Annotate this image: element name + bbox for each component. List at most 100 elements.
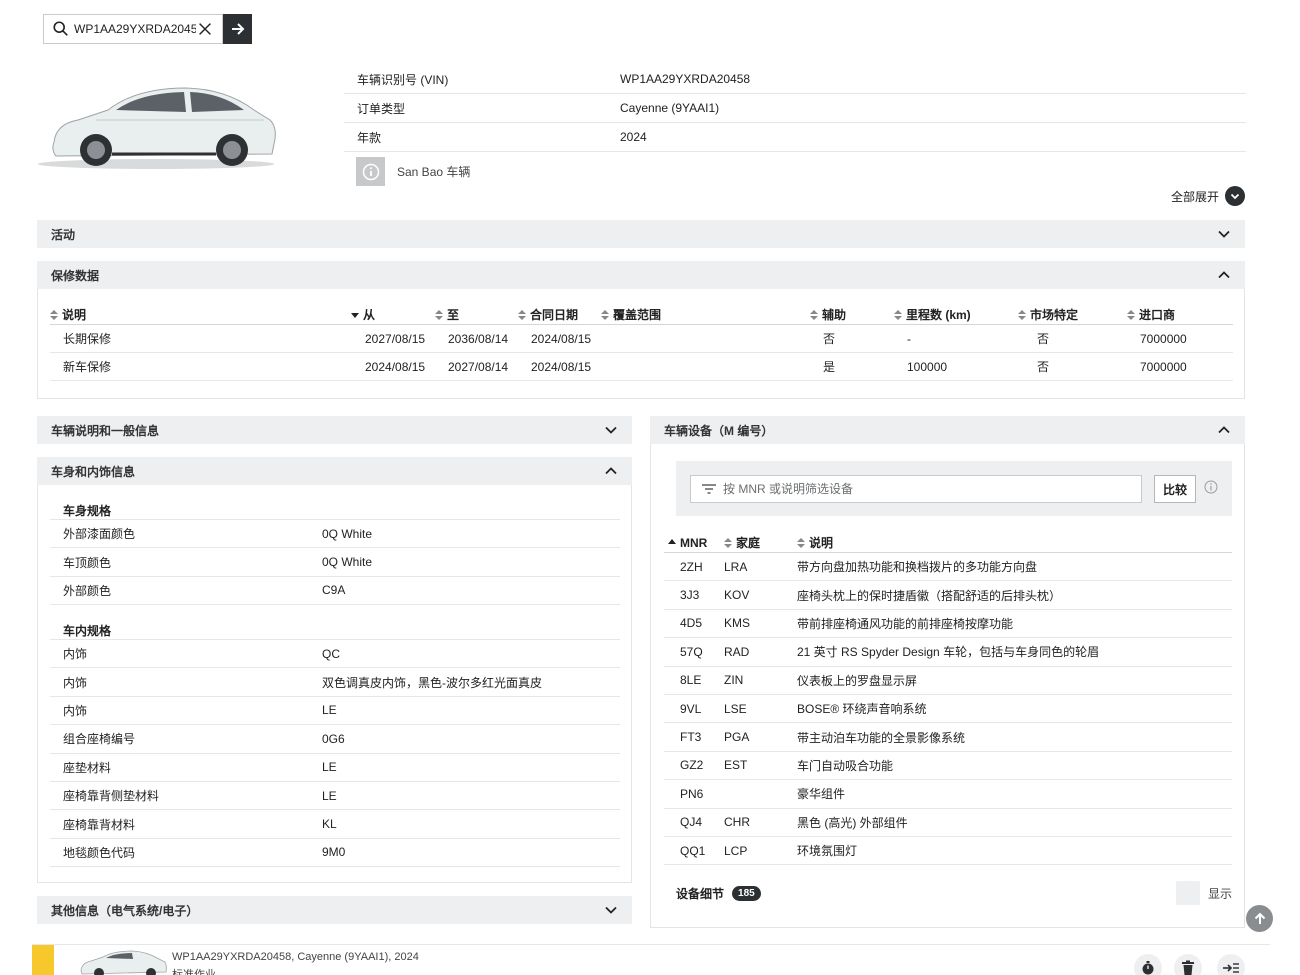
body-interior-panel-header[interactable]: 车身和内饰信息: [37, 457, 632, 485]
list-item: 座椅靠背侧垫材料 LE: [50, 782, 620, 811]
cell-family: KMS: [724, 616, 751, 631]
clear-icon[interactable]: [196, 20, 214, 38]
equipment-filter-bar: 比较: [676, 461, 1232, 516]
vin-search-field[interactable]: [43, 14, 223, 44]
cell: 2024/08/15: [365, 359, 426, 374]
search-submit-button[interactable]: [223, 14, 252, 44]
info-row-model-year: 年款 2024: [344, 123, 1246, 152]
info-label: 车辆识别号 (VIN): [357, 72, 449, 87]
cell: -: [907, 331, 911, 346]
table-row: 9VL LSE BOSE® 环绕声音响系统: [664, 695, 1232, 724]
table-row: GZ2 EST 车门自动吸合功能: [664, 752, 1232, 781]
cell: 2024/08/15: [531, 359, 592, 374]
panel-title: 车辆说明和一般信息: [51, 423, 160, 438]
info-label: 订单类型: [357, 101, 406, 116]
cell-mnr: 4D5: [680, 616, 703, 631]
info-icon[interactable]: [1204, 480, 1218, 494]
table-row: 长期保修 2027/08/15 2036/08/14 2024/08/15 否 …: [50, 325, 1233, 353]
chevron-up-icon: [1218, 426, 1230, 434]
cell-description: 座椅头枕上的保时捷盾徽（搭配舒适的后排头枕）: [797, 588, 1062, 603]
vehicle-thumbnail: [80, 950, 167, 975]
list-item: 座垫材料 LE: [50, 754, 620, 782]
list-item: 组合座椅编号 0G6: [50, 725, 620, 754]
cell-mnr: 57Q: [680, 644, 703, 659]
table-row: PN6 豪华组件: [664, 780, 1232, 809]
vin-search-input[interactable]: [74, 22, 196, 36]
column-header[interactable]: 从: [351, 306, 435, 323]
cell-family: LRA: [724, 559, 748, 574]
spec-label: 内饰: [63, 647, 88, 662]
scroll-to-top-button[interactable]: [1246, 905, 1273, 932]
warranty-panel-header[interactable]: 保修数据: [37, 261, 1245, 289]
compare-button[interactable]: 比较: [1154, 475, 1196, 503]
column-header[interactable]: 说明: [50, 306, 351, 323]
chevron-down-icon: [1225, 186, 1245, 206]
cell-family: RAD: [724, 644, 750, 659]
column-header[interactable]: 合同日期: [518, 306, 601, 323]
cell-description: 环境氛围灯: [797, 844, 858, 859]
cell-family: EST: [724, 758, 748, 773]
show-details-label: 显示: [1207, 886, 1232, 901]
cell: 否: [823, 332, 836, 346]
equipment-details-label: 设备细节: [676, 886, 725, 901]
cell: 2027/08/14: [448, 359, 509, 374]
general-info-panel-header[interactable]: 车辆说明和一般信息: [37, 416, 632, 444]
timer-icon: [1142, 961, 1154, 975]
info-label: 年款: [357, 130, 382, 145]
section-title: 车内规格: [50, 620, 620, 640]
column-header[interactable]: 说明: [797, 534, 1232, 551]
cell-description: 仪表板上的罗盘显示屏: [797, 673, 918, 688]
table-row: 2ZH LRA 带方向盘加热功能和换档拨片的多功能方向盘: [664, 553, 1232, 582]
exit-vehicle-button[interactable]: [1217, 954, 1245, 975]
equipment-filter-input[interactable]: [723, 482, 1123, 496]
arrow-right-icon: [231, 23, 244, 35]
spec-label: 组合座椅编号: [63, 732, 136, 747]
table-row: 3J3 KOV 座椅头枕上的保时捷盾徽（搭配舒适的后排头枕）: [664, 581, 1232, 610]
show-details-toggle[interactable]: [1176, 881, 1200, 905]
equipment-panel-header[interactable]: 车辆设备（M 编号）: [650, 416, 1245, 444]
column-header[interactable]: 里程数 (km): [894, 306, 1018, 323]
spec-value: LE: [322, 760, 337, 775]
timer-button[interactable]: [1134, 954, 1162, 975]
cell: 否: [1037, 360, 1050, 374]
other-info-panel-header[interactable]: 其他信息（电气系统/电子）: [37, 896, 632, 924]
expand-all-button[interactable]: 全部展开: [1171, 186, 1245, 206]
list-item: 座椅靠背材料 KL: [50, 810, 620, 839]
column-header[interactable]: MNR: [664, 536, 724, 550]
column-header[interactable]: 进口商: [1127, 306, 1233, 323]
cell-description: 黑色 (高光) 外部组件: [797, 815, 908, 830]
spec-value: C9A: [322, 583, 346, 598]
delete-button[interactable]: [1174, 954, 1202, 975]
cell-description: 豪华组件: [797, 787, 846, 802]
context-job-line: 标准作业: [172, 969, 216, 975]
cell-description: 车门自动吸合功能: [797, 758, 894, 773]
column-header[interactable]: 市场特定: [1018, 306, 1127, 323]
cell: 2024/08/15: [531, 331, 592, 346]
spec-label: 内饰: [63, 703, 88, 718]
cell-family: CHR: [724, 815, 750, 830]
info-row-order-type: 订单类型 Cayenne (9YAAI1): [344, 94, 1246, 123]
trash-icon: [1182, 960, 1194, 975]
equipment-filter-field[interactable]: [690, 475, 1142, 503]
list-item: 内饰 LE: [50, 697, 620, 726]
equipment-table: MNR 家庭 说明 2ZH LRA 带方向盘加热功能和换档拨片的多功能方向盘 3J3…: [664, 533, 1232, 866]
chevron-down-icon: [605, 426, 617, 434]
cell-mnr: QQ1: [680, 843, 706, 858]
cell: 否: [1037, 332, 1050, 346]
interior-spec-list: 车内规格 内饰 QC 内饰 双色调真皮内饰，黑色-波尔多红光面真皮 内饰 LE 组合座…: [50, 620, 620, 868]
column-header[interactable]: 家庭: [724, 534, 797, 551]
body-spec-list: 车身规格 外部漆面颜色 0Q White 车顶颜色 0Q White 外部颜色 C9A: [50, 500, 620, 606]
column-header[interactable]: 覆盖范围: [601, 306, 810, 323]
column-header[interactable]: 辅助: [810, 306, 894, 323]
activity-panel-header[interactable]: 活动: [37, 220, 1245, 248]
table-header: MNR 家庭 说明: [664, 533, 1232, 553]
cell-mnr: 2ZH: [680, 559, 703, 574]
list-item: 外部颜色 C9A: [50, 577, 620, 606]
section-title: 车身规格: [50, 500, 620, 520]
cell: 100000: [907, 359, 948, 374]
table-row: QQ1 LCP 环境氛围灯: [664, 837, 1232, 866]
column-header[interactable]: 至: [435, 306, 518, 323]
arrow-up-icon: [1254, 912, 1265, 924]
sort-icon: [724, 538, 732, 548]
cell-description: 带方向盘加热功能和换档拨片的多功能方向盘: [797, 560, 1038, 575]
